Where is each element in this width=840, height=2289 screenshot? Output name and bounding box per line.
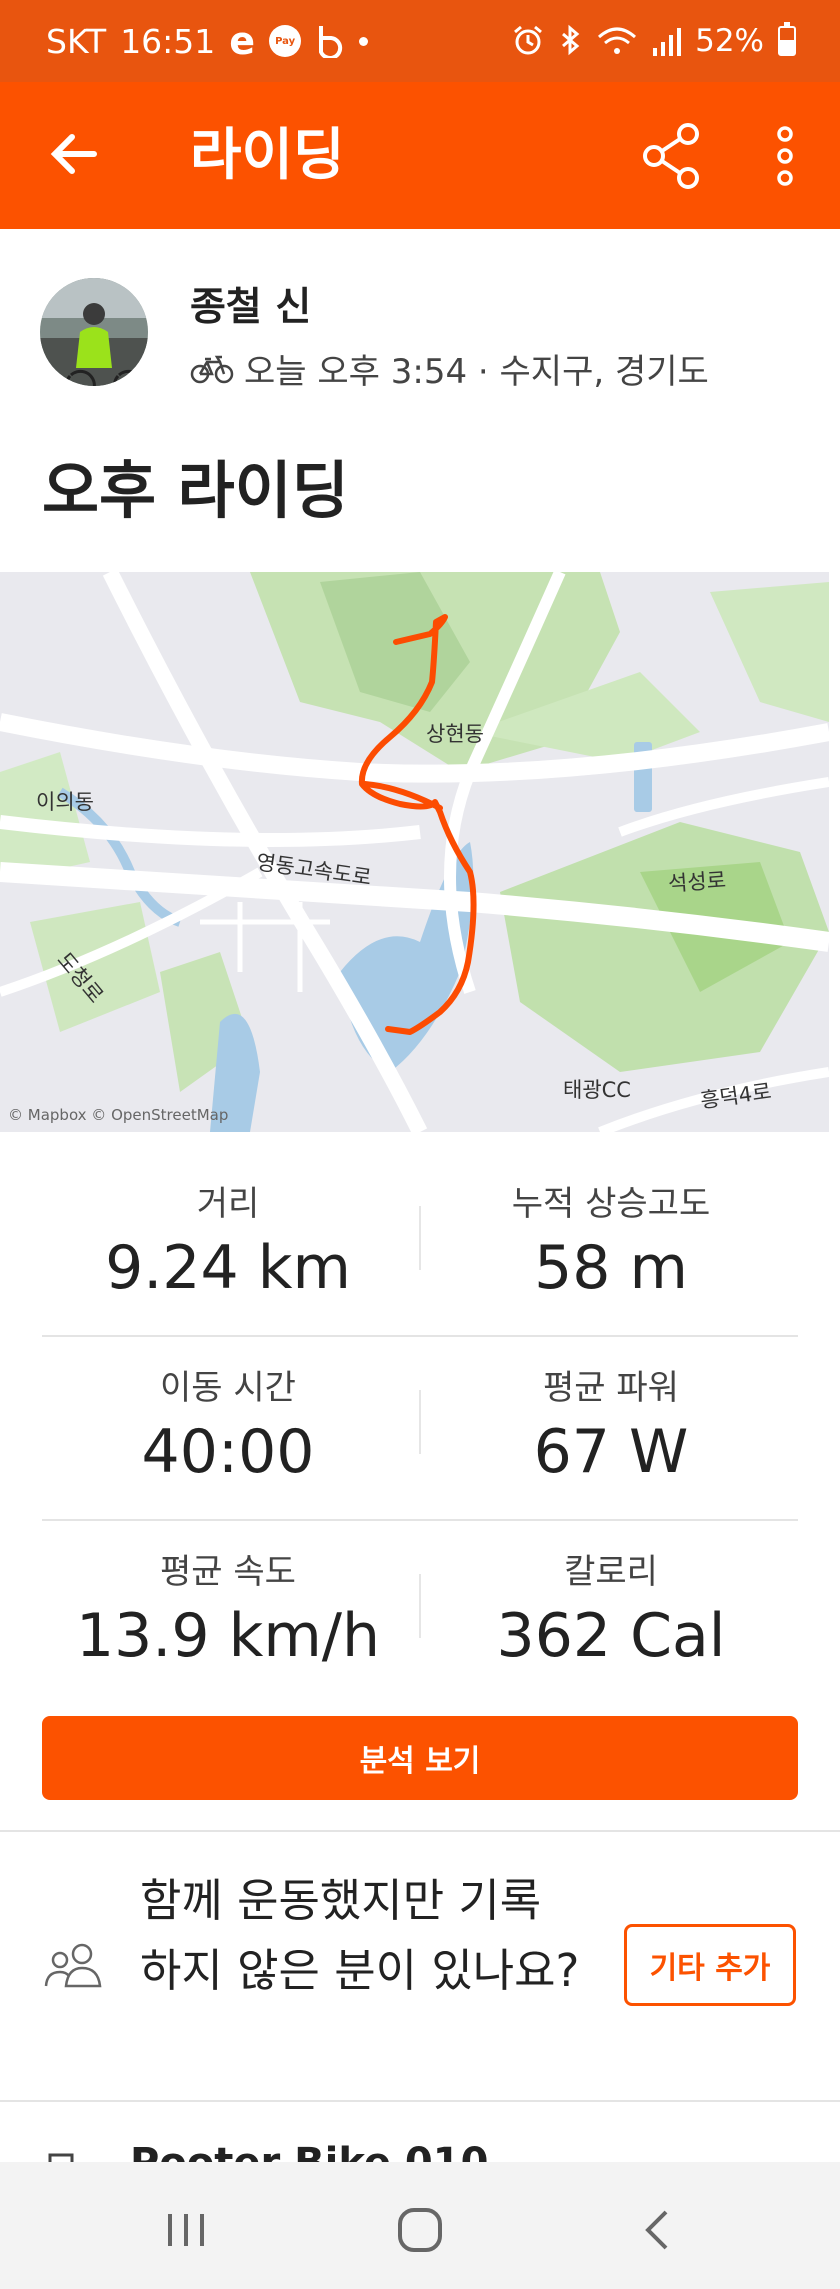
activity-title: 오후 라이딩 <box>42 454 349 527</box>
stat-label: 이동 시간 <box>160 1368 296 1408</box>
row-divider <box>42 1335 798 1337</box>
stat-label: 누적 상승고도 <box>511 1184 711 1224</box>
alarm-icon <box>514 25 543 55</box>
signal-icon <box>653 28 682 56</box>
stat-divider <box>419 1574 421 1638</box>
stat-value: 13.9 km/h <box>75 1601 381 1671</box>
map-label-iui: 이의동 <box>36 790 94 814</box>
stat-elevation-gain: 누적 상승고도 58 m <box>421 1176 801 1303</box>
clock: 16:51 <box>120 21 216 61</box>
group-activity-prompt: 함께 운동했지만 기록하지 않은 분이 있나요? <box>140 1874 580 1997</box>
home-icon[interactable] <box>396 2206 444 2254</box>
nav-back-icon[interactable] <box>640 2206 674 2254</box>
stat-value: 67 W <box>533 1417 689 1487</box>
share-icon[interactable] <box>636 120 708 192</box>
stat-moving-time: 이동 시간 40:00 <box>38 1360 418 1487</box>
stat-label: 평균 속도 <box>160 1552 296 1592</box>
bluetooth-icon <box>562 24 580 56</box>
status-bar: SKT 16:51 e Pay 52% <box>0 0 840 82</box>
top-app-bar: 라이딩 <box>0 82 840 229</box>
avatar[interactable] <box>40 278 148 386</box>
athlete-name[interactable]: 종철 신 <box>190 276 311 332</box>
section-divider <box>0 2100 840 2102</box>
map-label-seokseong: 석성로 <box>667 868 727 896</box>
stat-label: 거리 <box>196 1184 260 1224</box>
stat-divider <box>419 1390 421 1454</box>
back-arrow-icon[interactable] <box>44 124 104 184</box>
battery-icon <box>778 22 796 56</box>
stat-divider <box>419 1206 421 1270</box>
stat-distance: 거리 9.24 km <box>38 1176 418 1303</box>
map-label-sanghyeon: 상현동 <box>426 722 484 746</box>
page-title: 라이딩 <box>190 123 345 188</box>
stat-value: 40:00 <box>141 1417 315 1487</box>
map-attribution[interactable]: © Mapbox © OpenStreetMap <box>8 1106 228 1124</box>
activity-meta: 오늘 오후 3:54 · 수지구, 경기도 <box>190 344 709 393</box>
stat-value: 362 Cal <box>496 1601 726 1671</box>
b-app-notification-icon <box>319 26 343 58</box>
stat-value: 58 m <box>534 1233 688 1303</box>
wifi-icon <box>598 27 637 54</box>
more-options-icon[interactable] <box>760 120 810 192</box>
avatar-photo <box>40 278 148 386</box>
carrier-label: SKT <box>46 21 107 61</box>
stat-label: 칼로리 <box>564 1552 658 1592</box>
recent-apps-icon[interactable] <box>166 2210 206 2250</box>
section-divider <box>0 1830 840 1832</box>
stat-avg-speed: 평균 속도 13.9 km/h <box>38 1544 418 1671</box>
stat-label: 평균 파워 <box>543 1368 679 1408</box>
view-analysis-button[interactable]: 분석 보기 <box>42 1716 798 1800</box>
add-others-button[interactable]: 기타 추가 <box>624 1924 796 2006</box>
more-notifications-dot <box>359 36 369 46</box>
stat-value: 9.24 km <box>105 1233 351 1303</box>
route-map[interactable]: 상현동 이의동 영동고속도로 석성로 도청로 태광CC 흥덕4로 © Mapbo… <box>0 572 829 1132</box>
stat-avg-power: 평균 파워 67 W <box>421 1360 801 1487</box>
stat-calories: 칼로리 362 Cal <box>421 1544 801 1671</box>
map-graphic <box>0 572 829 1132</box>
row-divider <box>42 1519 798 1521</box>
activity-time-location: 오늘 오후 3:54 · 수지구, 경기도 <box>244 352 709 392</box>
map-label-taegwang: 태광CC <box>563 1078 631 1102</box>
group-people-icon <box>44 1943 102 1988</box>
browser-notification-icon: e <box>229 19 256 63</box>
system-navigation-bar <box>0 2162 840 2289</box>
battery-percent: 52% <box>695 23 764 59</box>
bike-icon <box>190 355 234 383</box>
pay-notification-icon: Pay <box>269 25 302 57</box>
